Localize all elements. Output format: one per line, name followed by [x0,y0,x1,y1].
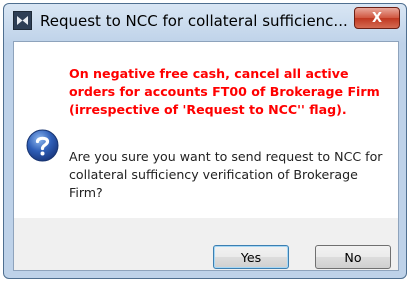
confirmation-question: Are you sure you want to send request to… [69,149,383,200]
dialog-window: Request to NCC for collateral sufficienc… [3,3,407,279]
title-bar[interactable]: Request to NCC for collateral sufficienc… [4,4,406,40]
yes-button[interactable]: Yes [213,245,289,269]
window-title: Request to NCC for collateral sufficienc… [40,12,348,30]
message-area: On negative free cash, cancel all active… [14,42,398,218]
warning-message: On negative free cash, cancel all active… [69,66,380,117]
no-button[interactable]: No [315,245,391,269]
close-button[interactable]: X [354,7,400,29]
app-icon [13,11,32,30]
question-icon [26,129,59,162]
close-icon: X [371,10,383,26]
dialog-body: On negative free cash, cancel all active… [13,41,399,271]
